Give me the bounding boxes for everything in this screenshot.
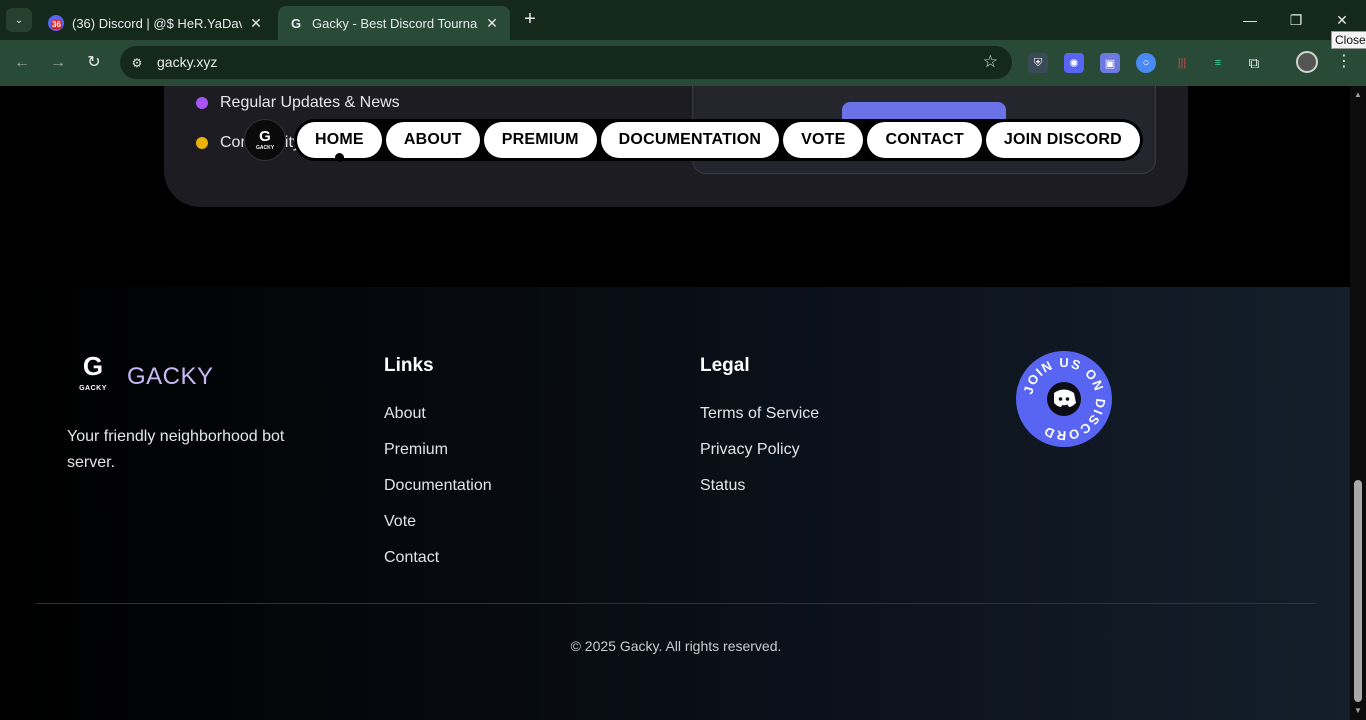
discord-favicon-icon: 36 [48,15,64,31]
tab-title: (36) Discord | @$ HeR.YaDav. [72,15,242,31]
footer-logo[interactable]: G GACKY [72,353,114,397]
nav-premium[interactable]: PREMIUM [483,122,597,158]
links-heading: Links [384,355,434,376]
footer-link-vote[interactable]: Vote [384,513,416,531]
reload-icon[interactable]: ↻ [83,52,105,74]
site-settings-icon[interactable]: ⚙ [128,54,146,72]
purple-bullet-icon [196,97,208,109]
footer-link-terms[interactable]: Terms of Service [700,405,819,423]
feature-label: Regular Updates & News [220,94,400,111]
active-indicator [335,153,345,162]
scrollbar-thumb[interactable] [1354,480,1362,702]
copyright: © 2025 Gacky. All rights reserved. [570,638,782,654]
nav-contact[interactable]: CONTACT [867,122,982,158]
stripes-ext-icon[interactable]: ≡ [1208,53,1228,73]
nav-about[interactable]: ABOUT [385,122,480,158]
join-discord-badge[interactable]: JOIN US ON DISCORD [1016,351,1112,447]
footer-divider [36,603,1316,604]
minimize-icon[interactable]: — [1238,8,1262,32]
tab-gacky[interactable]: G Gacky - Best Discord Tourname ✕ [278,6,510,40]
discord-badge-icon: JOIN US ON DISCORD [1020,355,1106,443]
search-ext-icon[interactable]: ○ [1136,53,1156,73]
site-footer: G GACKY GACKY Your friendly neighborhood… [0,287,1350,720]
footer-link-premium[interactable]: Premium [384,441,448,459]
nav-join-discord[interactable]: JOIN DISCORD [985,122,1140,158]
browser-menu-icon[interactable]: ⋮ [1334,51,1354,73]
bookmark-star-icon[interactable]: ☆ [983,52,998,72]
puzzle-icon[interactable]: ⧉ [1244,53,1264,73]
tab-close-icon[interactable]: ✕ [248,15,264,32]
url-text[interactable]: gacky.xyz [157,54,217,70]
restore-icon[interactable]: ❐ [1284,8,1308,32]
back-icon[interactable]: ← [11,52,33,74]
new-tab-button[interactable]: + [518,8,542,32]
address-bar[interactable]: ⚙ gacky.xyz ☆ [120,46,1012,79]
page-viewport: Regular Updates & News Community G GACKY… [0,86,1350,720]
footer-link-about[interactable]: About [384,405,426,423]
browser-tab-strip: ⌄ 36 (36) Discord | @$ HeR.YaDav. ✕ G Ga… [0,0,1366,40]
shield-ext-icon[interactable]: ⛨ [1028,53,1048,73]
close-tooltip: Close [1331,31,1366,49]
footer-link-status[interactable]: Status [700,477,745,495]
close-window-icon[interactable]: ✕ [1330,8,1354,32]
legal-heading: Legal [700,355,750,376]
footer-brand: GACKY [127,363,214,390]
scroll-up-icon[interactable]: ▲ [1354,90,1362,99]
tab-search-button[interactable]: ⌄ [6,8,32,32]
profile-avatar[interactable] [1296,51,1318,73]
browser-toolbar: ← → ↻ ⚙ gacky.xyz ☆ ⛨ ✺ ▣ ○ ||| ≡ ⧉ [0,40,1366,86]
gear-ext-icon[interactable]: ✺ [1064,53,1084,73]
forward-icon[interactable]: → [47,52,69,74]
page-scrollbar[interactable]: ▲ ▼ [1350,86,1366,720]
feature-item: Regular Updates & News [196,94,400,112]
main-navigation: G GACKY HOME ABOUT PREMIUM DOCUMENTATION… [244,117,1143,163]
tab-close-icon[interactable]: ✕ [484,15,500,32]
nav-documentation[interactable]: DOCUMENTATION [600,122,780,158]
yellow-bullet-icon [196,137,208,149]
square-ext-icon[interactable]: ▣ [1100,53,1120,73]
nav-home[interactable]: HOME [297,122,382,162]
scroll-down-icon[interactable]: ▼ [1354,706,1362,715]
footer-tagline: Your friendly neighborhood bot server. [67,428,285,471]
tab-title: Gacky - Best Discord Tourname [312,15,478,31]
gacky-logo[interactable]: G GACKY [244,119,286,161]
footer-link-privacy[interactable]: Privacy Policy [700,441,800,459]
tab-discord[interactable]: 36 (36) Discord | @$ HeR.YaDav. ✕ [38,6,274,40]
footer-link-documentation[interactable]: Documentation [384,477,492,495]
bars-ext-icon[interactable]: ||| [1172,53,1192,73]
gacky-favicon-icon: G [290,15,302,31]
nav-pill-track: HOME ABOUT PREMIUM DOCUMENTATION VOTE CO… [294,119,1143,162]
nav-vote[interactable]: VOTE [783,122,864,158]
footer-link-contact[interactable]: Contact [384,549,439,567]
